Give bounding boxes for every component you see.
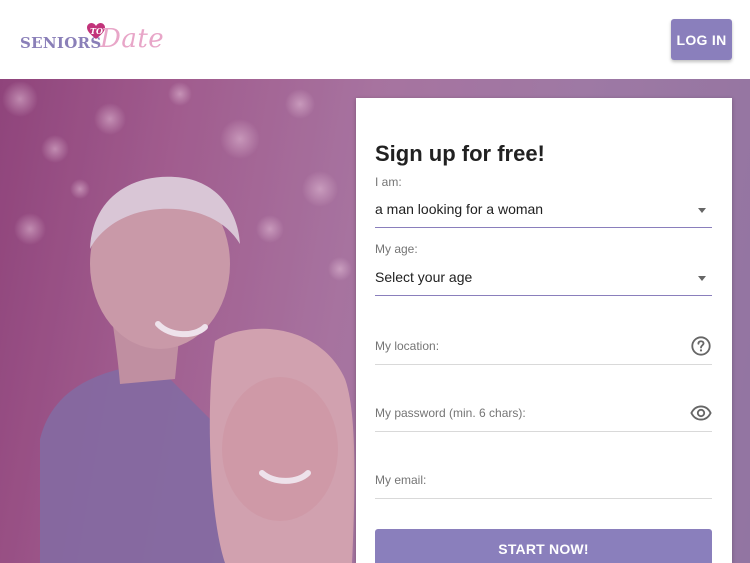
age-select-value: Select your age bbox=[375, 269, 473, 285]
site-logo[interactable]: SENIORS TO Date bbox=[20, 20, 180, 60]
login-button[interactable]: LOG IN bbox=[671, 19, 732, 60]
iam-select-value: a man looking for a woman bbox=[375, 201, 544, 217]
help-circle-icon[interactable] bbox=[690, 335, 712, 357]
email-field[interactable] bbox=[375, 463, 712, 499]
iam-select[interactable]: a man looking for a woman bbox=[375, 196, 712, 228]
iam-label: I am: bbox=[375, 175, 402, 189]
age-select[interactable]: Select your age bbox=[375, 264, 712, 296]
location-field[interactable] bbox=[375, 329, 712, 365]
eye-icon[interactable] bbox=[690, 402, 712, 424]
start-now-button[interactable]: START NOW! bbox=[375, 529, 712, 563]
signup-card: Sign up for free! I am: a man looking fo… bbox=[356, 98, 732, 563]
password-field[interactable] bbox=[375, 396, 712, 432]
password-input[interactable] bbox=[375, 396, 675, 430]
site-header: SENIORS TO Date LOG IN bbox=[0, 0, 750, 79]
caret-down-icon bbox=[698, 208, 706, 213]
location-input[interactable] bbox=[375, 329, 675, 363]
logo-date-text: Date bbox=[100, 24, 165, 54]
age-label: My age: bbox=[375, 242, 418, 256]
caret-down-icon bbox=[698, 276, 706, 281]
email-input[interactable] bbox=[375, 463, 675, 497]
signup-title: Sign up for free! bbox=[375, 141, 545, 166]
